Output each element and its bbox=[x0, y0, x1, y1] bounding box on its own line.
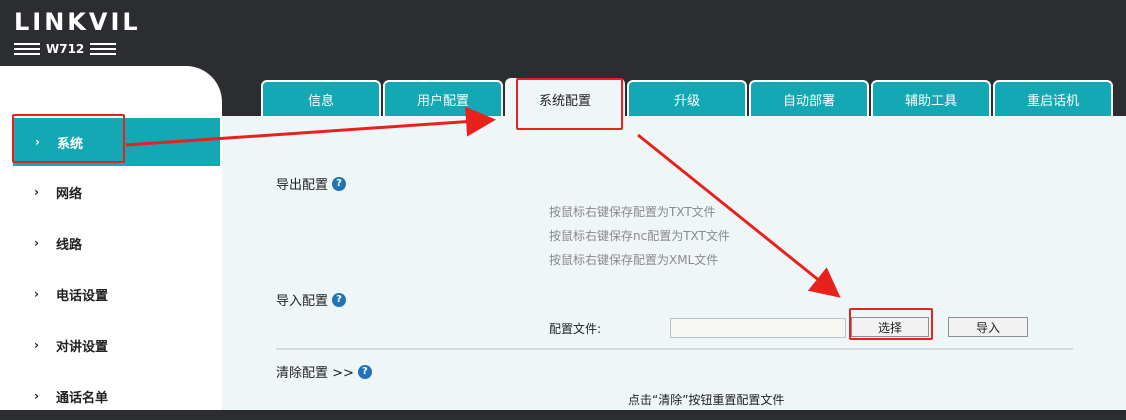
tab-reboot[interactable]: 重启话机 bbox=[993, 80, 1113, 116]
logo-lines-icon bbox=[90, 43, 117, 55]
sidebar-item-call-list[interactable]: › 通话名单 bbox=[0, 372, 222, 420]
sidebar-item-label: 线路 bbox=[56, 237, 83, 253]
logo-brand: LINKVIL bbox=[14, 8, 141, 36]
sidebar-item-label: 通话名单 bbox=[56, 390, 109, 406]
tab-user-config[interactable]: 用户配置 bbox=[383, 80, 503, 116]
sidebar-item-network[interactable]: › 网络 bbox=[0, 168, 222, 216]
sidebar-item-phone-settings[interactable]: › 电话设置 bbox=[0, 270, 222, 318]
logo-model: W712 bbox=[46, 42, 85, 56]
section-divider bbox=[276, 348, 1073, 350]
sidebar-item-line[interactable]: › 线路 bbox=[0, 219, 222, 267]
chevron-right-icon: › bbox=[34, 185, 39, 199]
help-icon[interactable]: ? bbox=[332, 176, 347, 191]
export-config-title: 导出配置 bbox=[276, 178, 329, 193]
sidebar-item-label: 系统 bbox=[57, 136, 84, 152]
tab-upgrade[interactable]: 升级 bbox=[627, 80, 747, 116]
clear-config-title[interactable]: 清除配置 >> bbox=[276, 362, 354, 381]
help-icon[interactable]: ? bbox=[357, 364, 372, 379]
tab-info[interactable]: 信息 bbox=[261, 80, 381, 116]
config-file-input[interactable] bbox=[670, 318, 846, 338]
chevron-right-icon: › bbox=[34, 236, 39, 250]
sidebar-item-label: 对讲设置 bbox=[56, 339, 109, 355]
chevron-right-icon: › bbox=[34, 338, 39, 352]
logo: LINKVIL W712 bbox=[14, 8, 141, 56]
sidebar: › 系统 › 网络 › 线路 › 电话设置 › 对讲设置 › 通话名单 bbox=[0, 66, 222, 410]
clear-config-section[interactable]: 清除配置 >> ? bbox=[276, 362, 372, 381]
export-config-section: 导出配置 ? bbox=[276, 174, 347, 193]
select-file-button[interactable]: 选择 bbox=[851, 317, 929, 337]
export-nc-txt-link[interactable]: 按鼠标右键保存nc配置为TXT文件 bbox=[549, 227, 730, 244]
chevron-right-icon: › bbox=[34, 389, 39, 403]
logo-model-row: W712 bbox=[14, 42, 141, 56]
import-config-section: 导入配置 ? bbox=[276, 290, 347, 309]
logo-lines-icon bbox=[14, 43, 40, 55]
sidebar-item-label: 电话设置 bbox=[56, 288, 109, 304]
export-txt-link[interactable]: 按鼠标右键保存配置为TXT文件 bbox=[549, 203, 716, 220]
export-xml-link[interactable]: 按鼠标右键保存配置为XML文件 bbox=[549, 251, 718, 268]
chevron-right-icon: › bbox=[35, 135, 40, 149]
tab-tools[interactable]: 辅助工具 bbox=[871, 80, 991, 116]
tab-system-config[interactable]: 系统配置 bbox=[505, 78, 625, 118]
sidebar-item-label: 网络 bbox=[56, 186, 83, 202]
import-config-title: 导入配置 bbox=[276, 294, 329, 309]
import-button[interactable]: 导入 bbox=[948, 317, 1028, 337]
sidebar-item-system[interactable]: › 系统 bbox=[13, 118, 220, 166]
clear-config-hint: 点击“清除”按钮重置配置文件 bbox=[628, 393, 785, 407]
tab-auto-provision[interactable]: 自动部署 bbox=[749, 80, 869, 116]
config-file-label: 配置文件: bbox=[549, 322, 602, 336]
sidebar-item-intercom-settings[interactable]: › 对讲设置 bbox=[0, 321, 222, 369]
help-icon[interactable]: ? bbox=[332, 292, 347, 307]
chevron-right-icon: › bbox=[34, 287, 39, 301]
